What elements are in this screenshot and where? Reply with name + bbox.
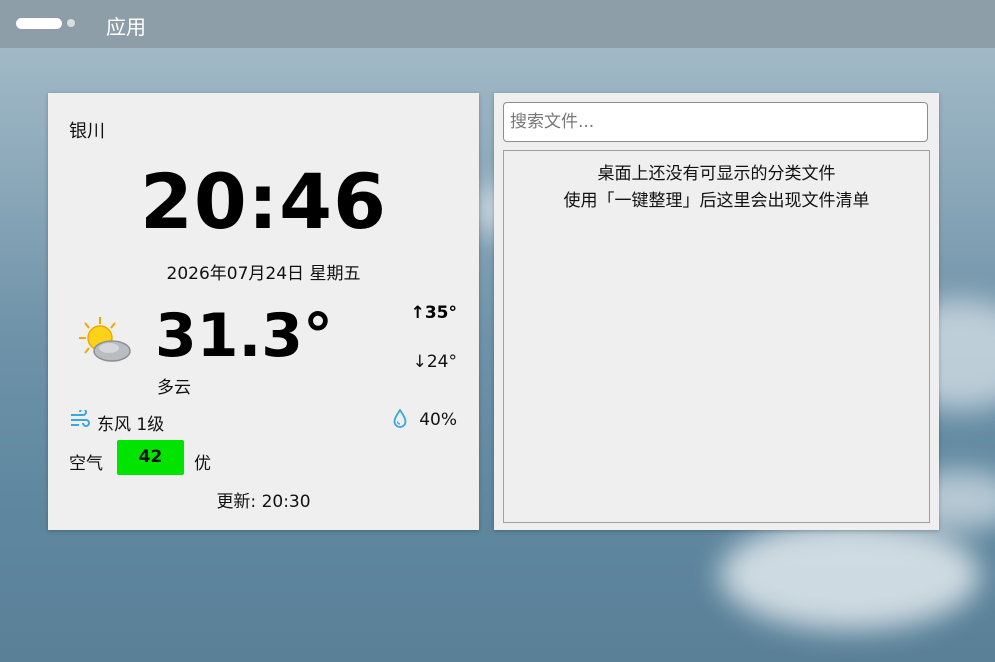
current-temperature: 31.3° (155, 301, 334, 371)
file-panel: 桌面上还没有可显示的分类文件 使用「一键整理」后这里会出现文件清单 (494, 93, 939, 530)
empty-message-line2: 使用「一键整理」后这里会出现文件清单 (563, 191, 870, 211)
partly-cloudy-icon (79, 317, 131, 362)
workspace-indicator[interactable] (67, 19, 75, 27)
arrow-up-icon: ↑ (410, 303, 425, 323)
high-temperature: ↑35° (410, 303, 457, 323)
weather-widget: 银川 20:46 2026年07月24日 星期五 31.3° 多云 ↑35° ↓… (48, 93, 479, 530)
apps-menu[interactable]: 应用 (106, 11, 146, 40)
aqi-badge: 42 (117, 440, 184, 475)
background-cloud (720, 520, 980, 630)
air-quality-label: 空气 (69, 454, 103, 474)
empty-message-line1: 桌面上还没有可显示的分类文件 (597, 164, 836, 184)
arrow-down-icon: ↓ (412, 352, 427, 372)
humidity-value: 40% (419, 410, 457, 430)
workspace-indicator-active[interactable] (16, 18, 62, 29)
update-time: 更新: 20:30 (216, 492, 311, 512)
aqi-level: 优 (194, 454, 211, 474)
date-label: 2026年07月24日 星期五 (166, 264, 361, 284)
weather-condition: 多云 (157, 378, 191, 398)
top-bar: 应用 (0, 0, 995, 48)
city-name: 银川 (69, 121, 105, 142)
wind-icon (71, 410, 90, 427)
file-list[interactable]: 桌面上还没有可显示的分类文件 使用「一键整理」后这里会出现文件清单 (503, 150, 930, 523)
clock-time: 20:46 (140, 157, 387, 246)
low-temperature: ↓24° (412, 352, 457, 372)
humidity-drop-icon (393, 409, 407, 428)
search-input[interactable] (503, 102, 928, 142)
wind-info: 东风 1级 (97, 415, 165, 435)
